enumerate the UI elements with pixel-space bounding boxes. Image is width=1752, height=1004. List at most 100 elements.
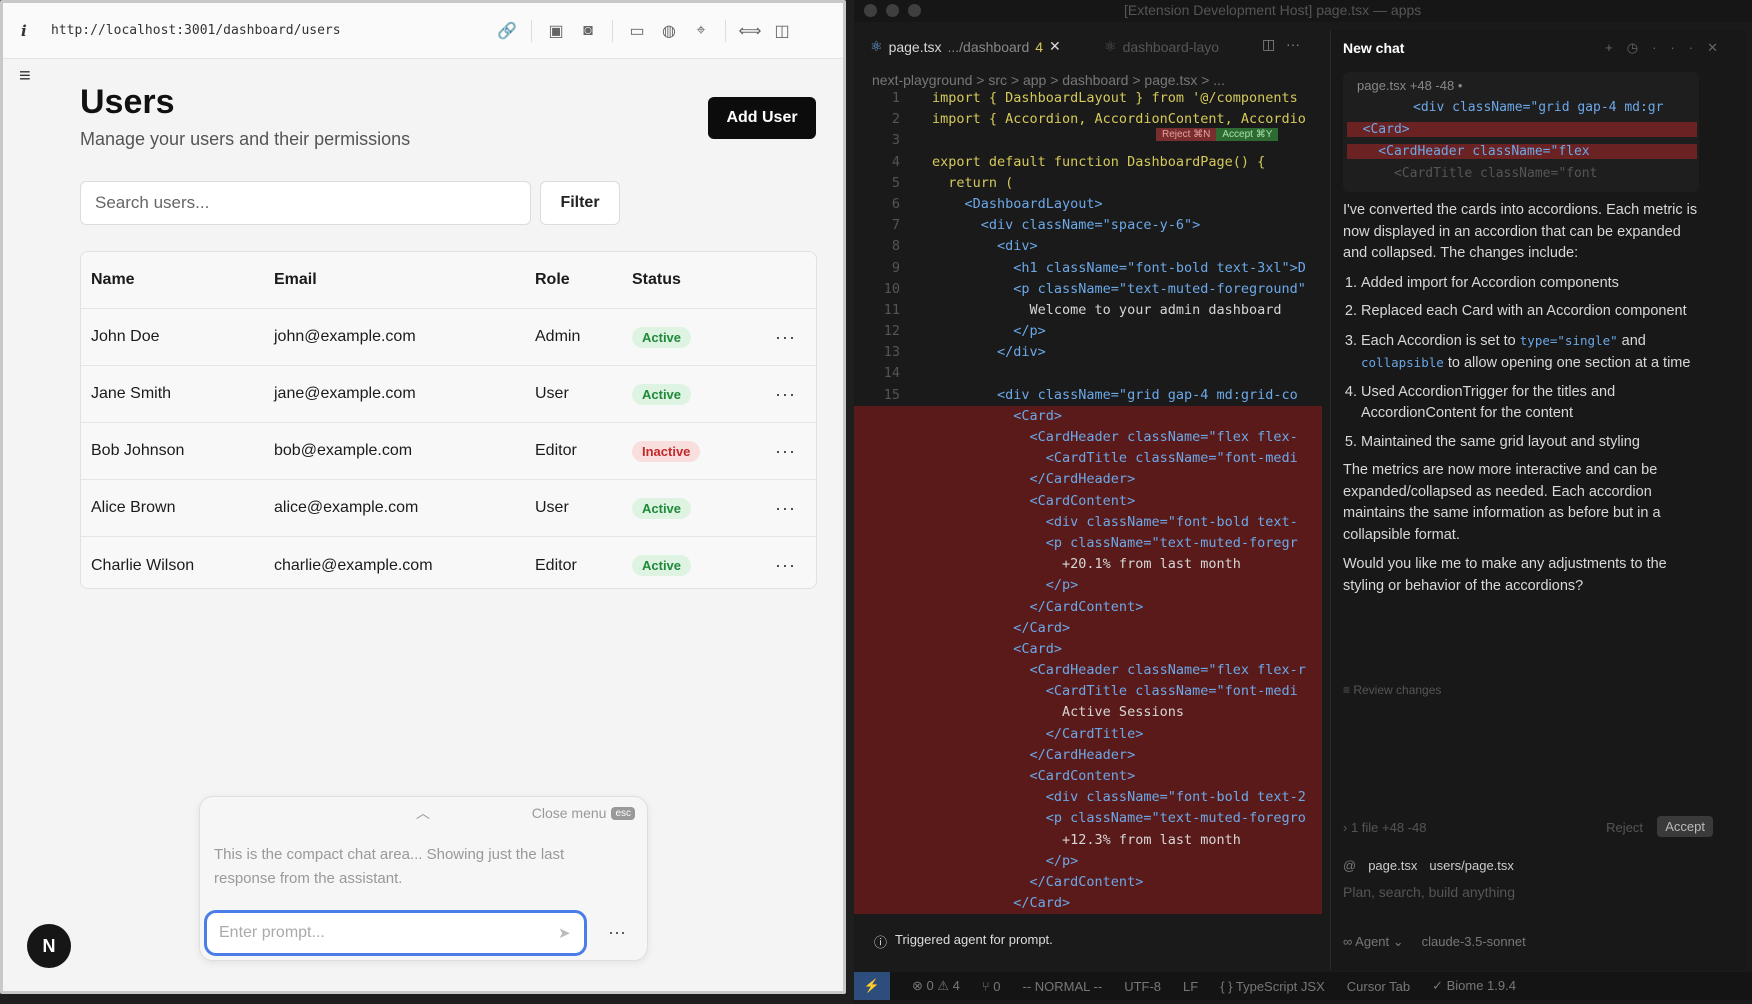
removed-code-line: </p> — [854, 575, 1322, 597]
line-ending[interactable]: LF — [1183, 979, 1198, 994]
assistant-response: I've converted the cards into accordions… — [1343, 200, 1705, 605]
cursor-tab-status[interactable]: Cursor Tab — [1347, 979, 1410, 994]
table-row[interactable]: Alice Brown alice@example.com User Active ··… — [81, 480, 816, 537]
maximize-window-icon[interactable] — [908, 4, 921, 17]
row-actions-button[interactable]: ··· — [775, 480, 796, 536]
chat-title: New chat — [1343, 40, 1405, 56]
tab-dashboard-layout[interactable]: ⚛ dashboard-layo — [1104, 38, 1219, 55]
remote-icon[interactable]: ⚡ — [854, 972, 890, 1000]
info-icon[interactable]: i — [21, 22, 41, 40]
status-badge: Active — [632, 497, 692, 519]
split-view-icon[interactable]: ◫ — [766, 15, 798, 47]
code-text: </Card> — [932, 895, 1071, 912]
status-cell: Active — [632, 366, 692, 422]
table-row[interactable]: Jane Smith jane@example.com User Active ··· — [81, 366, 816, 423]
encoding[interactable]: UTF-8 — [1124, 979, 1161, 994]
row-actions-button[interactable]: ··· — [775, 366, 796, 422]
close-window-icon[interactable] — [864, 4, 877, 17]
filter-button[interactable]: Filter — [540, 181, 620, 225]
at-icon[interactable]: @ — [1343, 858, 1356, 873]
list-item: Maintained the same grid layout and styl… — [1361, 432, 1705, 454]
removed-code-line: <div className="font-bold text-2 — [854, 787, 1322, 809]
user-name: Jane Smith — [91, 385, 172, 402]
more-options-icon[interactable]: ··· — [608, 922, 626, 943]
add-user-button[interactable]: Add User — [708, 97, 816, 139]
code-text: </CardTitle> — [932, 725, 1144, 742]
file-change-summary[interactable]: › 1 file +48 -48 — [1343, 820, 1426, 835]
removed-code-line: </Card> — [854, 617, 1322, 639]
code-text: <p className="text-muted-foreground" — [932, 280, 1306, 297]
context-chip[interactable]: page.tsx — [1368, 858, 1417, 873]
biome-status[interactable]: ✓ Biome 1.9.4 — [1432, 978, 1516, 994]
breadcrumb[interactable]: next-playground > src > app > dashboard … — [872, 72, 1225, 88]
send-icon[interactable]: ➤ — [558, 924, 571, 942]
status-cell: Active — [632, 537, 692, 588]
ai-chat-panel: New chat +◷···✕ page.tsx +48 -48 • <div … — [1330, 30, 1746, 970]
status-badge: Inactive — [632, 440, 701, 462]
code-text: <div className="font-bold text- — [932, 513, 1298, 530]
code-text: </CardContent> — [932, 873, 1144, 890]
reject-button[interactable]: Reject — [1606, 820, 1643, 835]
line-number: 11 — [883, 301, 900, 318]
table-row[interactable]: John Doe john@example.com Admin Active ··· — [81, 309, 816, 366]
list-item: Replaced each Card with an Accordion com… — [1361, 301, 1705, 323]
row-actions-button[interactable]: ··· — [775, 423, 796, 479]
accept-inline-button[interactable]: Accept ⌘Y — [1216, 128, 1279, 141]
list-item: Used AccordionTrigger for the titles and… — [1361, 382, 1705, 425]
globe-icon[interactable]: ◍ — [653, 15, 685, 47]
language-mode[interactable]: { } TypeScript JSX — [1220, 979, 1325, 994]
line-number: 14 — [883, 365, 900, 382]
agent-mode-select[interactable]: ∞ Agent ⌄ — [1343, 934, 1404, 950]
search-input[interactable] — [80, 181, 531, 225]
code-text: import { DashboardLayout } from '@/compo… — [932, 90, 1298, 106]
diff-preview[interactable]: page.tsx +48 -48 • <div className="grid … — [1343, 72, 1699, 192]
ports-status[interactable]: ⑂ 0 — [982, 979, 1001, 994]
code-text: </Card> — [932, 619, 1071, 636]
prompt-input[interactable] — [204, 910, 587, 956]
list-item: Each Accordion is set to type="single" a… — [1361, 330, 1705, 375]
table-row[interactable]: Bob Johnson bob@example.com Editor Inactive… — [81, 423, 816, 480]
code-line: 15 <div className="grid gap-4 md:grid-co — [854, 385, 1322, 406]
window-icon[interactable]: ▭ — [621, 15, 653, 47]
row-actions-button[interactable]: ··· — [775, 537, 796, 588]
history-icon[interactable]: ◷ — [1627, 40, 1652, 55]
chevron-up-icon[interactable]: ︿ — [416, 803, 430, 823]
react-file-icon: ⚛ — [870, 38, 883, 54]
list-item-text: Maintained the same grid layout and styl… — [1361, 433, 1640, 450]
target-icon[interactable]: ⌖ — [685, 15, 717, 47]
line-number: 4 — [891, 153, 900, 170]
close-icon[interactable]: ✕ — [1707, 40, 1732, 55]
review-changes-link[interactable]: ≡ Review changes — [1343, 683, 1441, 697]
esc-key-badge: esc — [611, 806, 635, 820]
accept-button[interactable]: Accept — [1657, 816, 1713, 837]
screenshot-icon[interactable]: ▣ — [540, 15, 572, 47]
more-icon[interactable]: ··· — [1652, 40, 1707, 55]
camera-icon[interactable]: ◙ — [572, 15, 604, 47]
pending-changes-bar: › 1 file +48 -48 Reject Accept — [1343, 816, 1713, 837]
close-menu-button[interactable]: Close menu esc — [532, 805, 635, 821]
more-actions-icon[interactable]: ··· — [1286, 36, 1300, 52]
chat-input[interactable] — [1343, 884, 1713, 900]
code-area[interactable]: 1 import { DashboardLayout } from '@/comp… — [854, 88, 1322, 948]
link-icon[interactable]: 🔗 — [491, 15, 523, 47]
address-bar[interactable]: http://localhost:3001/dashboard/users — [51, 23, 491, 38]
row-actions-button[interactable]: ··· — [775, 309, 796, 365]
plus-icon[interactable]: + — [1605, 40, 1627, 55]
menu-icon[interactable]: ≡ — [19, 65, 31, 88]
model-select[interactable]: claude-3.5-sonnet — [1422, 934, 1526, 950]
code-icon[interactable]: ⟺ — [734, 15, 766, 47]
close-tab-icon[interactable]: ✕ — [1049, 38, 1061, 55]
assistant-message: This is the compact chat area... Showing… — [214, 846, 565, 887]
split-editor-icon[interactable]: ◫ — [1262, 36, 1275, 53]
line-number: 1 — [891, 90, 900, 106]
table-row[interactable]: Charlie Wilson charlie@example.com Editor A… — [81, 537, 816, 588]
tab-page-tsx[interactable]: ⚛ page.tsx .../dashboard 4 ✕ — [870, 38, 1061, 55]
notification-toast: ⓘ Triggered agent for prompt. — [874, 932, 1053, 951]
minimize-window-icon[interactable] — [886, 4, 899, 17]
context-chip[interactable]: users/page.tsx — [1429, 858, 1514, 873]
nextjs-logo[interactable]: N — [27, 924, 71, 968]
user-email: jane@example.com — [274, 385, 416, 402]
page-title: Users — [80, 83, 175, 121]
reject-inline-button[interactable]: Reject ⌘N — [1156, 128, 1217, 141]
problems-status[interactable]: ⊗ 0 ⚠ 4 — [912, 978, 960, 994]
